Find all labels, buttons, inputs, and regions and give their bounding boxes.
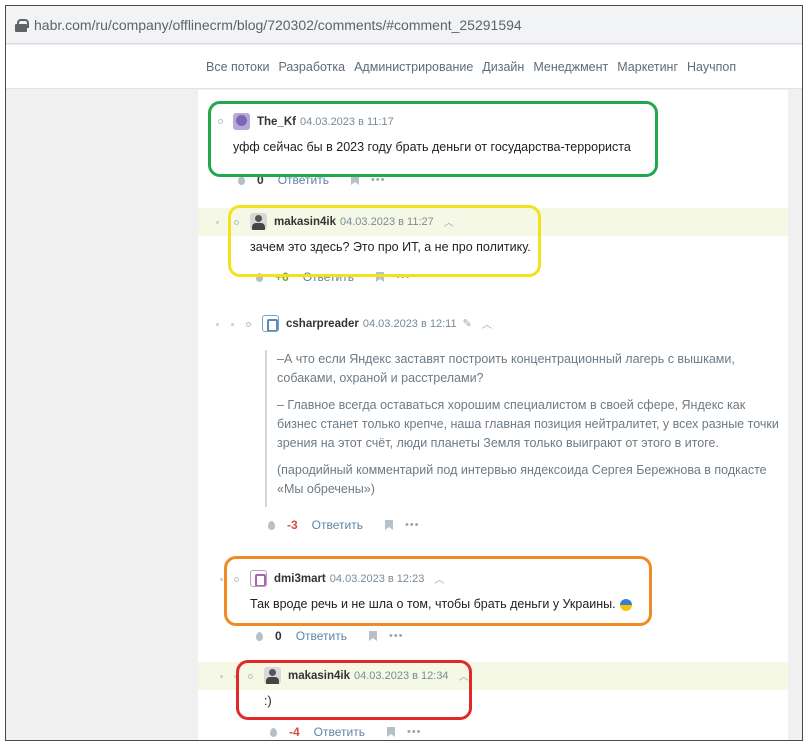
chevron-up-icon[interactable]: ︿ bbox=[482, 316, 492, 331]
nav-item-marketing[interactable]: Маркетинг bbox=[617, 60, 678, 74]
nav-item-popsci[interactable]: Научпоп bbox=[687, 60, 736, 74]
comment: csharpreader 04.03.2023 в 12:11 ✎ ︿ –А ч… bbox=[198, 310, 788, 535]
vote-icon[interactable] bbox=[270, 727, 277, 737]
thread-bullet bbox=[246, 322, 251, 327]
nav-item-admin[interactable]: Администрирование bbox=[354, 60, 473, 74]
reply-link[interactable]: Ответить bbox=[314, 725, 365, 739]
annotation-box-red bbox=[236, 660, 472, 720]
vote-icon[interactable] bbox=[268, 520, 275, 530]
comment-score: -4 bbox=[289, 725, 300, 739]
thread-dot bbox=[220, 675, 223, 678]
annotation-box-green bbox=[208, 101, 658, 177]
quote-paragraph: –А что если Яндекс заставят построить ко… bbox=[277, 352, 735, 385]
url-text[interactable]: habr.com/ru/company/offlinecrm/blog/7203… bbox=[34, 17, 522, 33]
more-icon[interactable]: ••• bbox=[407, 726, 422, 738]
nav-item-management[interactable]: Менеджмент bbox=[533, 60, 608, 74]
thread-dot bbox=[216, 221, 219, 224]
quote-paragraph: – Главное всегда оставаться хорошим спец… bbox=[277, 398, 779, 450]
bookmark-icon[interactable] bbox=[386, 727, 395, 737]
browser-window: habr.com/ru/company/offlinecrm/blog/7203… bbox=[5, 5, 803, 741]
user-avatar[interactable] bbox=[262, 315, 279, 332]
nav-item-dev[interactable]: Разработка bbox=[278, 60, 345, 74]
quote-paragraph: (пародийный комментарий под интервью янд… bbox=[277, 463, 767, 496]
edited-pencil-icon: ✎ bbox=[462, 318, 472, 330]
thread-dot bbox=[231, 323, 234, 326]
vote-icon[interactable] bbox=[256, 631, 263, 641]
thread-dot bbox=[216, 323, 219, 326]
comment-score: -3 bbox=[287, 518, 298, 532]
lock-icon bbox=[14, 18, 29, 32]
top-navigation: Все потоки Разработка Администрирование … bbox=[6, 45, 802, 89]
comments-area: The_Kf 04.03.2023 в 11:17 уфф сейчас бы … bbox=[6, 90, 802, 740]
more-icon[interactable]: ••• bbox=[405, 519, 420, 531]
thread-dot bbox=[220, 578, 223, 581]
annotation-box-orange bbox=[224, 556, 652, 626]
comment-score: 0 bbox=[275, 629, 282, 643]
reply-link[interactable]: Ответить bbox=[296, 629, 347, 643]
bookmark-icon[interactable] bbox=[368, 631, 377, 641]
more-icon[interactable]: ••• bbox=[389, 630, 404, 642]
nav-item-design[interactable]: Дизайн bbox=[482, 60, 524, 74]
comments-column: The_Kf 04.03.2023 в 11:17 уфф сейчас бы … bbox=[198, 90, 788, 740]
annotation-box-yellow bbox=[228, 205, 541, 277]
nav-item-all[interactable]: Все потоки bbox=[206, 60, 269, 74]
bookmark-icon[interactable] bbox=[384, 520, 393, 530]
reply-link[interactable]: Ответить bbox=[312, 518, 363, 532]
comment-author[interactable]: csharpreader bbox=[286, 318, 359, 330]
comment-quote: –А что если Яндекс заставят построить ко… bbox=[265, 350, 785, 507]
comment-time[interactable]: 04.03.2023 в 12:11 bbox=[363, 318, 457, 330]
address-bar[interactable]: habr.com/ru/company/offlinecrm/blog/7203… bbox=[6, 6, 802, 44]
